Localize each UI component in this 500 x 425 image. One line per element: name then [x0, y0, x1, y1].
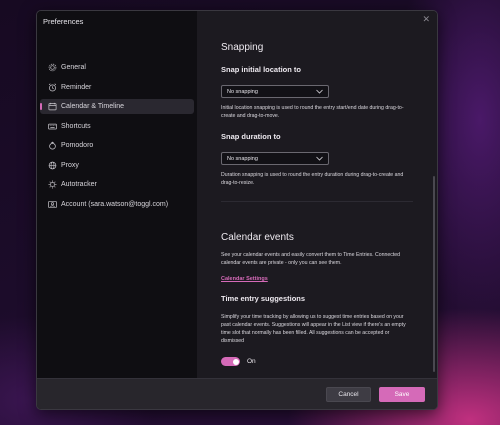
- snap-location-value: No snapping: [227, 88, 258, 95]
- sidebar-item-label: Shortcuts: [61, 123, 91, 130]
- sidebar-item-label: Account (sara.watson@toggl.com): [61, 201, 169, 208]
- calendar-events-description: See your calendar events and easily conv…: [221, 252, 401, 266]
- time-entry-suggestions-title: Time entry suggestions: [221, 294, 306, 303]
- sidebar-item-label: Autotracker: [61, 181, 97, 188]
- snapping-section-title: Snapping: [221, 42, 264, 53]
- alarm-clock-icon: [47, 83, 57, 93]
- autotracker-icon: [47, 180, 57, 190]
- chevron-down-icon: [316, 89, 323, 94]
- suggestions-toggle[interactable]: [221, 357, 240, 366]
- snap-duration-value: No snapping: [227, 155, 258, 162]
- calendar-icon: [47, 102, 57, 112]
- sidebar-item-calendar-and-timeline[interactable]: Calendar & Timeline: [40, 99, 194, 114]
- keyboard-icon: [47, 122, 57, 132]
- scrollbar[interactable]: [433, 176, 435, 372]
- chevron-down-icon: [316, 156, 323, 161]
- calendar-settings-link[interactable]: Calendar Settings: [221, 276, 268, 282]
- time-entry-suggestions-description: Simplify your time tracking by allowing …: [221, 314, 406, 344]
- save-button[interactable]: Save: [379, 387, 425, 402]
- globe-icon: [47, 161, 57, 171]
- sidebar-item-reminder[interactable]: Reminder: [40, 80, 194, 95]
- footer: Cancel Save: [37, 378, 437, 409]
- pomodoro-icon: [47, 141, 57, 151]
- sidebar-item-label: Calendar & Timeline: [61, 103, 125, 110]
- sidebar-item-label: General: [61, 64, 86, 71]
- snap-location-select[interactable]: No snapping: [221, 85, 329, 98]
- suggestions-toggle-label: On: [247, 358, 256, 365]
- sidebar-item-label: Proxy: [61, 162, 79, 169]
- account-icon: [47, 200, 57, 210]
- sidebar-item-label: Pomodoro: [61, 142, 94, 149]
- snap-duration-label: Snap duration to: [221, 132, 281, 141]
- settings-content: ✕ Snapping Snap initial location to No s…: [197, 11, 437, 379]
- sidebar-item-autotracker[interactable]: Autotracker: [40, 177, 194, 192]
- sidebar: Preferences General Reminder Calendar & Ti…: [37, 11, 197, 379]
- snap-duration-select[interactable]: No snapping: [221, 152, 329, 165]
- snap-location-description: Initial location snapping is used to rou…: [221, 105, 404, 119]
- snap-location-label: Snap initial location to: [221, 65, 302, 74]
- section-divider: [221, 201, 413, 202]
- close-icon[interactable]: ✕: [422, 14, 430, 25]
- preferences-window: Preferences General Reminder Calendar & Ti…: [36, 10, 438, 410]
- snap-duration-description: Duration snapping is used to round the e…: [221, 172, 404, 186]
- sidebar-item-pomodoro[interactable]: Pomodoro: [40, 138, 194, 153]
- sidebar-item-label: Reminder: [61, 84, 92, 91]
- sidebar-item-shortcuts[interactable]: Shortcuts: [40, 119, 194, 134]
- calendar-events-title: Calendar events: [221, 232, 294, 243]
- gear-icon: [47, 63, 57, 73]
- cancel-button[interactable]: Cancel: [326, 387, 371, 402]
- window-title: Preferences: [43, 17, 84, 26]
- toggle-knob: [232, 358, 239, 365]
- sidebar-item-general[interactable]: General: [40, 60, 194, 75]
- sidebar-item-account[interactable]: Account (sara.watson@toggl.com): [40, 197, 194, 212]
- sidebar-item-proxy[interactable]: Proxy: [40, 158, 194, 173]
